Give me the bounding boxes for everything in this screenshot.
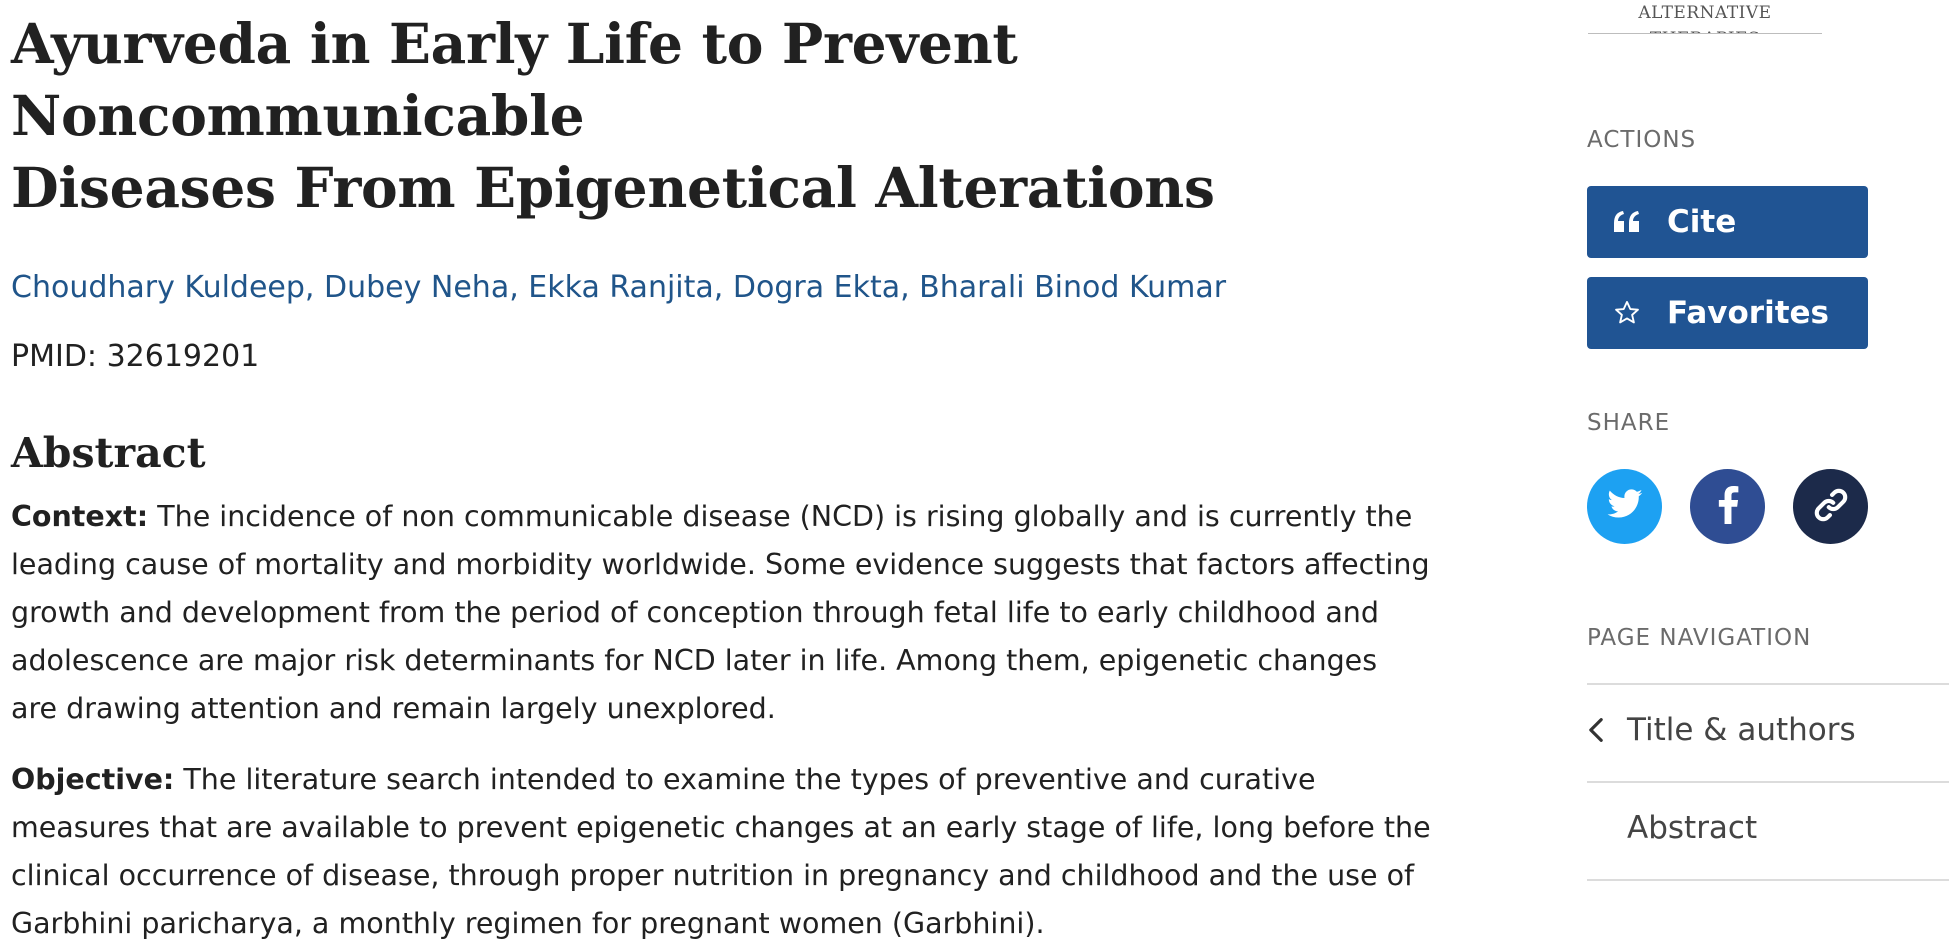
author-separator: , — [713, 270, 733, 305]
facebook-icon — [1717, 485, 1739, 528]
share-twitter-button[interactable] — [1587, 469, 1662, 544]
pmid: PMID: 32619201 — [11, 337, 1431, 377]
nav-item-abstract[interactable]: Abstract — [1627, 810, 1757, 846]
favorites-label: Favorites — [1667, 295, 1829, 331]
nav-divider — [1587, 879, 1949, 881]
nav-item-label: Title & authors — [1627, 712, 1856, 748]
page-navigation-heading: PAGE NAVIGATION — [1587, 625, 1812, 651]
twitter-icon — [1606, 488, 1644, 525]
share-permalink-button[interactable] — [1793, 469, 1868, 544]
article-title-line-1: Ayurveda in Early Life to Prevent Noncom… — [11, 11, 1018, 148]
share-heading: SHARE — [1587, 410, 1671, 436]
nav-divider — [1587, 781, 1949, 783]
favorites-button[interactable]: Favorites — [1587, 277, 1868, 349]
author-link[interactable]: Dogra Ekta — [733, 270, 900, 305]
nav-item-label: Abstract — [1627, 810, 1758, 846]
article-title: Ayurveda in Early Life to Prevent Noncom… — [11, 8, 1431, 224]
abstract-objective: Objective: The literature search intende… — [11, 756, 1431, 948]
author-separator: , — [304, 270, 324, 305]
author-link[interactable]: Dubey Neha — [324, 270, 509, 305]
pmid-label: PMID: — [11, 339, 98, 374]
author-link[interactable]: Ekka Ranjita — [528, 270, 714, 305]
actions-heading: ACTIONS — [1587, 127, 1697, 153]
nav-item-title-authors[interactable]: Title & authors — [1587, 712, 1856, 748]
author-link[interactable]: Bharali Binod Kumar — [919, 270, 1226, 305]
abstract-section-label: Objective: — [11, 763, 175, 796]
journal-logo[interactable]: ALTERNATIVE THERAPIES — [1588, 0, 1822, 34]
abstract-section-label: Context: — [11, 500, 149, 533]
abstract-heading: Abstract — [11, 429, 206, 477]
chevron-left-icon — [1587, 717, 1627, 743]
link-icon — [1812, 486, 1850, 528]
article-main: Ayurveda in Early Life to Prevent Noncom… — [11, 0, 1431, 948]
abstract-section-text: The incidence of non communicable diseas… — [11, 500, 1430, 725]
quote-icon — [1587, 210, 1667, 234]
author-link[interactable]: Choudhary Kuldeep — [11, 270, 305, 305]
article-title-line-2: Diseases From Epigenetical Alterations — [11, 155, 1215, 220]
cite-button[interactable]: Cite — [1587, 186, 1868, 258]
star-outline-icon — [1587, 299, 1667, 327]
journal-logo-text: ALTERNATIVE THERAPIES — [1638, 3, 1772, 33]
author-separator: , — [900, 270, 920, 305]
cite-label: Cite — [1667, 204, 1737, 240]
nav-divider — [1587, 683, 1949, 685]
authors-list: Choudhary Kuldeep, Dubey Neha, Ekka Ranj… — [11, 268, 1431, 308]
abstract-context: Context: The incidence of non communicab… — [11, 493, 1431, 733]
abstract-section-text: The literature search intended to examin… — [11, 763, 1431, 940]
pmid-value: 32619201 — [106, 339, 260, 374]
share-facebook-button[interactable] — [1690, 469, 1765, 544]
author-separator: , — [509, 270, 529, 305]
